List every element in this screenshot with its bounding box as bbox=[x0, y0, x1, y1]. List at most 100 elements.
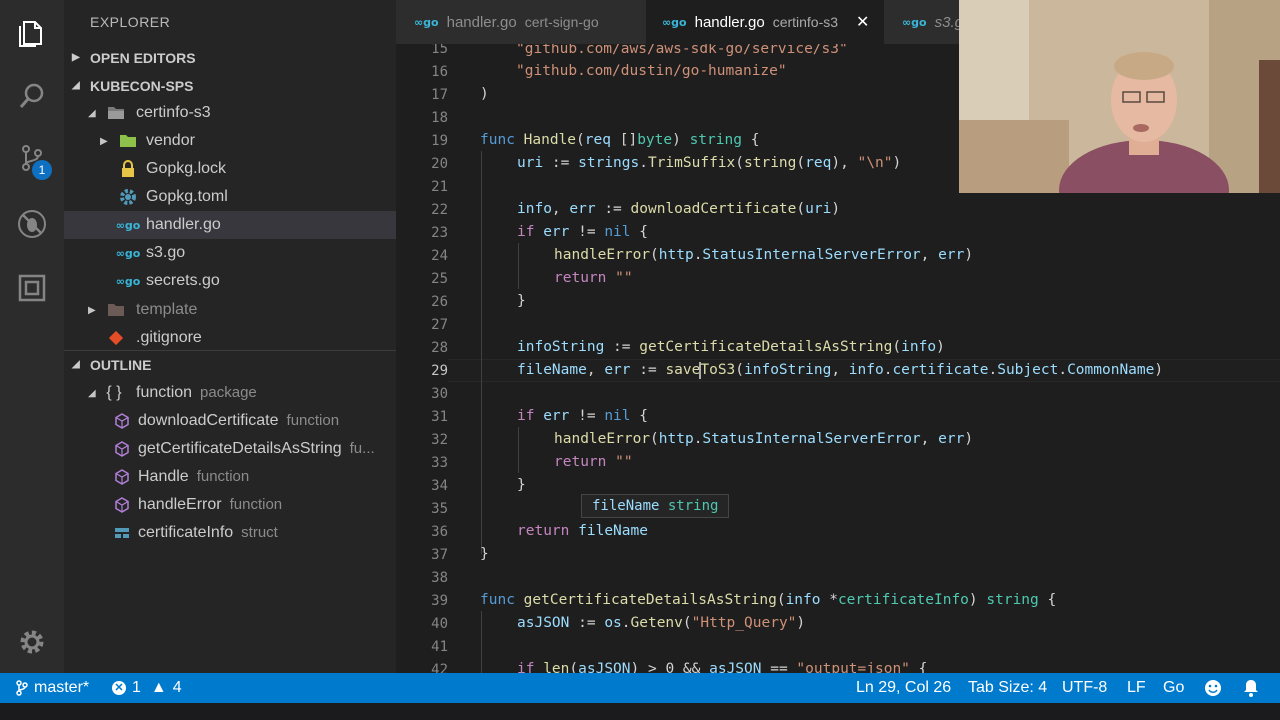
code-line-19: func Handle(req []byte) string { bbox=[480, 132, 760, 148]
line-number: 30 bbox=[431, 386, 448, 402]
tree-item-s3-go[interactable]: ∞go s3.go bbox=[64, 239, 396, 267]
code-line-20: uri := strings.TrimSuffix(string(req), "… bbox=[517, 155, 902, 171]
status-bar: master* ✕ 1 ▲ 4 Ln 29, Col 26 Tab Size: … bbox=[0, 673, 1280, 703]
chevron-down-icon: ◢ bbox=[88, 387, 96, 399]
line-number: 15 bbox=[431, 44, 448, 57]
go-file-icon: ∞go bbox=[414, 15, 439, 29]
code-line-24: handleError(http.StatusInternalServerErr… bbox=[554, 247, 974, 263]
go-file-icon: ∞go bbox=[902, 15, 927, 29]
outline-item-getcertificatedetailsasstring[interactable]: getCertificateDetailsAsString fu... bbox=[64, 435, 396, 463]
line-number: 19 bbox=[431, 133, 448, 149]
cursor-position[interactable]: Ln 29, Col 26 bbox=[856, 673, 951, 703]
go-file-icon: ∞go bbox=[115, 274, 141, 288]
code-line-15: "github.com/aws/aws-sdk-go/service/s3" bbox=[516, 44, 848, 57]
git-icon bbox=[106, 328, 126, 348]
method-cube-icon bbox=[112, 495, 132, 515]
go-file-icon: ∞go bbox=[662, 15, 687, 29]
line-number: 36 bbox=[431, 524, 448, 540]
code-line-28: infoString := getCertificateDetailsAsStr… bbox=[517, 339, 945, 355]
tree-item-template[interactable]: ▶ template bbox=[64, 296, 396, 324]
code-line-34: } bbox=[517, 477, 526, 493]
chevron-right-icon: ▶ bbox=[72, 52, 80, 63]
settings-gear-icon[interactable] bbox=[14, 624, 50, 660]
smiley-feedback-icon[interactable] bbox=[1204, 673, 1222, 703]
encoding[interactable]: UTF-8 bbox=[1062, 673, 1107, 703]
folder-icon bbox=[106, 300, 126, 320]
line-number: 28 bbox=[431, 340, 448, 356]
line-number: 29 bbox=[431, 363, 448, 379]
chevron-right-icon: ▶ bbox=[88, 304, 96, 316]
explorer-icon[interactable] bbox=[14, 14, 50, 50]
debug-icon[interactable] bbox=[14, 206, 50, 242]
scm-badge: 1 bbox=[32, 160, 52, 180]
tab-s3-go[interactable]: ∞go s3.g bbox=[884, 0, 964, 44]
line-number: 25 bbox=[431, 271, 448, 287]
line-number: 24 bbox=[431, 248, 448, 264]
tree-item-vendor[interactable]: ▶ vendor bbox=[64, 127, 396, 155]
tree-item-handler-go[interactable]: ∞go handler.go bbox=[64, 211, 396, 239]
language-mode[interactable]: Go bbox=[1163, 673, 1184, 703]
lock-icon bbox=[118, 159, 138, 179]
code-line-23: if err != nil { bbox=[517, 224, 648, 240]
line-number: 16 bbox=[431, 64, 448, 80]
method-cube-icon bbox=[112, 411, 132, 431]
line-number: 40 bbox=[431, 616, 448, 632]
webcam-overlay bbox=[959, 0, 1280, 193]
outline-header[interactable]: ◢ OUTLINE bbox=[64, 350, 396, 378]
code-line-32: handleError(http.StatusInternalServerErr… bbox=[554, 431, 974, 447]
line-number: 41 bbox=[431, 639, 448, 655]
code-line-33: return "" bbox=[554, 454, 633, 470]
search-icon[interactable] bbox=[14, 78, 50, 114]
tree-item-gitignore[interactable]: .gitignore bbox=[64, 324, 396, 352]
bell-notification-icon[interactable] bbox=[1243, 673, 1259, 703]
line-number: 37 bbox=[431, 547, 448, 563]
line-number: 23 bbox=[431, 225, 448, 241]
braces-icon: { } bbox=[106, 384, 122, 401]
tree-item-gopkg-lock[interactable]: Gopkg.lock bbox=[64, 155, 396, 183]
indent-guide bbox=[481, 611, 482, 673]
project-header[interactable]: ◢ KUBECON-SPS bbox=[64, 72, 396, 100]
code-line-17: ) bbox=[480, 86, 489, 102]
problems-indicator[interactable]: ✕ 1 ▲ 4 bbox=[112, 673, 182, 703]
method-cube-icon bbox=[112, 439, 132, 459]
line-ending[interactable]: LF bbox=[1127, 673, 1146, 703]
chevron-right-icon: ▶ bbox=[100, 135, 108, 147]
close-icon[interactable]: ✕ bbox=[856, 12, 869, 32]
indent-guide bbox=[518, 243, 519, 289]
activity-bar: 1 bbox=[0, 0, 64, 673]
line-number: 42 bbox=[431, 662, 448, 673]
line-number: 18 bbox=[431, 110, 448, 126]
sidebar: EXPLORER ▶ OPEN EDITORS ◢ KUBECON-SPS ◢ … bbox=[64, 0, 396, 673]
line-number: 35 bbox=[431, 501, 448, 517]
extensions-icon[interactable] bbox=[14, 270, 50, 306]
chevron-down-icon: ◢ bbox=[88, 107, 96, 119]
branch-indicator[interactable]: master* bbox=[16, 673, 89, 703]
tab-handler-go-cert-sign-go[interactable]: ∞go handler.go cert-sign-go bbox=[396, 0, 646, 44]
line-number: 38 bbox=[431, 570, 448, 586]
tab-size[interactable]: Tab Size: 4 bbox=[968, 673, 1047, 703]
outline-item-handleerror[interactable]: handleError function bbox=[64, 491, 396, 519]
outline-item-handle[interactable]: Handle function bbox=[64, 463, 396, 491]
code-line-39: func getCertificateDetailsAsString(info … bbox=[480, 592, 1057, 608]
tree-item-secrets-go[interactable]: ∞go secrets.go bbox=[64, 267, 396, 295]
chevron-down-icon: ◢ bbox=[72, 359, 80, 370]
desktop-strip bbox=[0, 703, 1280, 720]
line-number: 17 bbox=[431, 87, 448, 103]
code-line-31: if err != nil { bbox=[517, 408, 648, 424]
line-number: 33 bbox=[431, 455, 448, 471]
warning-icon: ▲ bbox=[150, 679, 167, 696]
open-editors-header[interactable]: ▶ OPEN EDITORS bbox=[64, 44, 396, 72]
line-number-gutter: 15 16 17 18 19 20 21 22 23 24 25 26 27 28 29 30 31 32 33 34… bbox=[396, 44, 448, 673]
outline-item-downloadcertificate[interactable]: downloadCertificate function bbox=[64, 407, 396, 435]
outline-item-function-package[interactable]: ◢ { } function package bbox=[64, 379, 396, 407]
hover-tooltip: fileName string bbox=[581, 494, 730, 518]
outline-item-certificateinfo[interactable]: certificateInfo struct bbox=[64, 519, 396, 547]
tree-item-certinfo-s3[interactable]: ◢ certinfo-s3 bbox=[64, 99, 396, 127]
method-cube-icon bbox=[112, 467, 132, 487]
code-line-22: info, err := downloadCertificate(uri) bbox=[517, 201, 841, 217]
go-file-icon: ∞go bbox=[115, 246, 141, 260]
code-line-25: return "" bbox=[554, 270, 633, 286]
line-number: 27 bbox=[431, 317, 448, 333]
tree-item-gopkg-toml[interactable]: Gopkg.toml bbox=[64, 183, 396, 211]
tab-handler-go-certinfo-s3[interactable]: ∞go handler.go certinfo-s3 ✕ bbox=[646, 0, 884, 44]
